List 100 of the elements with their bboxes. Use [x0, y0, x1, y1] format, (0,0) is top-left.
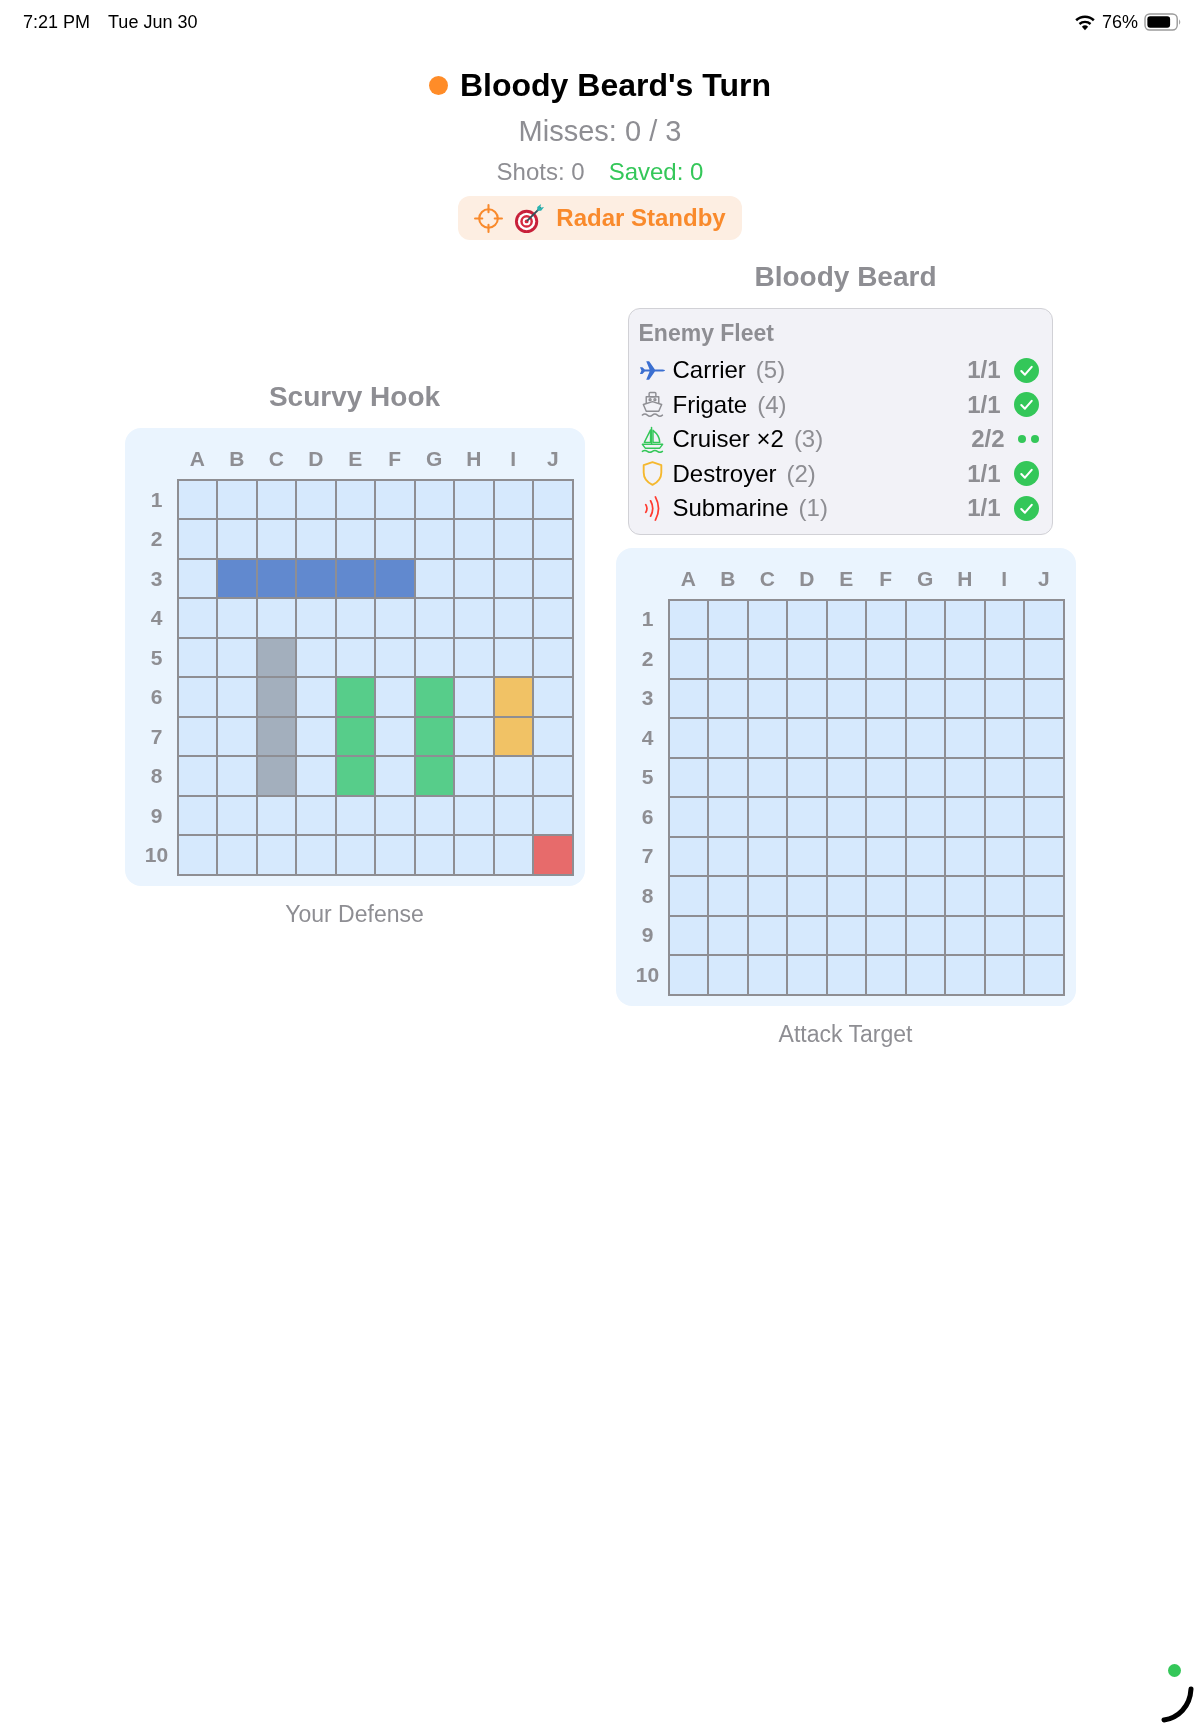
grid-cell[interactable]: [827, 640, 865, 678]
grid-cell[interactable]: [709, 679, 747, 717]
grid-cell[interactable]: [946, 956, 984, 994]
grid-cell[interactable]: [748, 798, 786, 836]
grid-cell[interactable]: [946, 758, 984, 796]
grid-cell[interactable]: [867, 837, 905, 875]
grid-cell[interactable]: [748, 758, 786, 796]
grid-cell[interactable]: [867, 798, 905, 836]
grid-cell[interactable]: [985, 837, 1023, 875]
grid-cell[interactable]: [946, 719, 984, 757]
grid-cell[interactable]: [788, 679, 826, 717]
grid-cell[interactable]: [748, 916, 786, 954]
grid-cell[interactable]: [1025, 600, 1063, 638]
grid-cell[interactable]: [788, 798, 826, 836]
grid-cell[interactable]: [748, 956, 786, 994]
grid-cell[interactable]: [788, 916, 826, 954]
grid-cell[interactable]: [669, 837, 707, 875]
grid-cell[interactable]: [669, 679, 707, 717]
grid-cell[interactable]: [946, 916, 984, 954]
grid-cell[interactable]: [788, 837, 826, 875]
grid-cell[interactable]: [709, 956, 747, 994]
grid-cell[interactable]: [906, 837, 944, 875]
grid-cell[interactable]: [709, 640, 747, 678]
grid-cell[interactable]: [1025, 758, 1063, 796]
grid-cell[interactable]: [946, 679, 984, 717]
grid-cell[interactable]: [827, 956, 865, 994]
grid-cell[interactable]: [827, 758, 865, 796]
grid-cell[interactable]: [906, 758, 944, 796]
grid-cell[interactable]: [867, 600, 905, 638]
grid-cell[interactable]: [867, 916, 905, 954]
grid-cell[interactable]: [827, 600, 865, 638]
grid-cell[interactable]: [788, 719, 826, 757]
grid-cell[interactable]: [906, 877, 944, 915]
grid-cell[interactable]: [906, 798, 944, 836]
grid-cell[interactable]: [985, 956, 1023, 994]
grid-cell[interactable]: [788, 640, 826, 678]
grid-cell[interactable]: [906, 916, 944, 954]
grid-cell[interactable]: [748, 679, 786, 717]
grid-cell[interactable]: [867, 640, 905, 678]
corner-handle-icon[interactable]: [1161, 1685, 1195, 1723]
grid-cell[interactable]: [1025, 956, 1063, 994]
grid-cell[interactable]: [669, 877, 707, 915]
grid-cell[interactable]: [946, 837, 984, 875]
grid-cell[interactable]: [946, 877, 984, 915]
grid-cell[interactable]: [985, 600, 1023, 638]
grid-cell[interactable]: [748, 877, 786, 915]
grid-cell[interactable]: [827, 719, 865, 757]
grid-cell[interactable]: [709, 600, 747, 638]
grid-cell[interactable]: [709, 798, 747, 836]
grid-cell[interactable]: [867, 956, 905, 994]
grid-cell[interactable]: [827, 877, 865, 915]
grid-cell[interactable]: [906, 600, 944, 638]
grid-cell[interactable]: [788, 956, 826, 994]
grid-cell[interactable]: [1025, 837, 1063, 875]
grid-cell[interactable]: [906, 719, 944, 757]
grid-cell[interactable]: [1025, 640, 1063, 678]
grid-cell[interactable]: [748, 600, 786, 638]
grid-cell[interactable]: [748, 837, 786, 875]
grid-cell[interactable]: [827, 798, 865, 836]
grid-cell[interactable]: [709, 877, 747, 915]
grid-cell[interactable]: [985, 640, 1023, 678]
grid-cell[interactable]: [946, 600, 984, 638]
grid-cell[interactable]: [827, 837, 865, 875]
grid-cell[interactable]: [946, 798, 984, 836]
grid-cell[interactable]: [709, 837, 747, 875]
grid-cell[interactable]: [748, 719, 786, 757]
grid-cell[interactable]: [985, 679, 1023, 717]
grid-cell[interactable]: [985, 877, 1023, 915]
grid-cell[interactable]: [1025, 719, 1063, 757]
grid-cell[interactable]: [827, 916, 865, 954]
grid-cell[interactable]: [788, 877, 826, 915]
grid-cell[interactable]: [669, 640, 707, 678]
grid-cell[interactable]: [985, 916, 1023, 954]
grid-cell[interactable]: [709, 719, 747, 757]
grid-cell[interactable]: [906, 956, 944, 994]
grid-cell[interactable]: [748, 640, 786, 678]
grid-cell[interactable]: [867, 877, 905, 915]
grid-cell[interactable]: [906, 640, 944, 678]
grid-cell[interactable]: [867, 719, 905, 757]
grid-cell[interactable]: [946, 640, 984, 678]
grid-cell[interactable]: [985, 758, 1023, 796]
grid-cell[interactable]: [906, 679, 944, 717]
grid-cell[interactable]: [827, 679, 865, 717]
grid-cell[interactable]: [669, 956, 707, 994]
grid-cell[interactable]: [709, 758, 747, 796]
grid-cell[interactable]: [1025, 877, 1063, 915]
grid-cell[interactable]: [669, 600, 707, 638]
grid-cell[interactable]: [1025, 916, 1063, 954]
grid-cell[interactable]: [867, 679, 905, 717]
grid-cell[interactable]: [709, 916, 747, 954]
grid-cell[interactable]: [1025, 798, 1063, 836]
grid-cell[interactable]: [669, 758, 707, 796]
grid-cell[interactable]: [788, 600, 826, 638]
grid-cell[interactable]: [985, 798, 1023, 836]
grid-cell[interactable]: [985, 719, 1023, 757]
grid-cell[interactable]: [867, 758, 905, 796]
grid-cell[interactable]: [788, 758, 826, 796]
grid-cell[interactable]: [1025, 679, 1063, 717]
grid-cell[interactable]: [669, 798, 707, 836]
grid-cell[interactable]: [669, 719, 707, 757]
